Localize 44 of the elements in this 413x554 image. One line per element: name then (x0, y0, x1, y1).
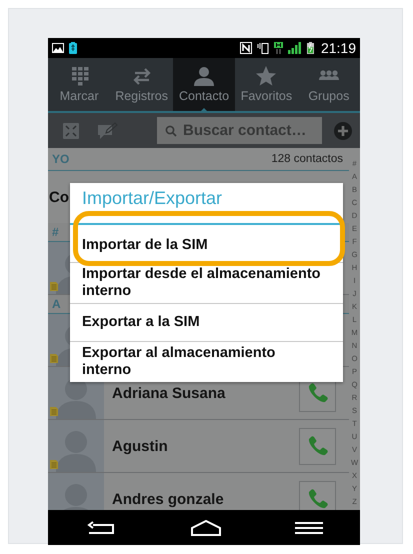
tab[interactable]: Grupos (298, 58, 360, 111)
sim-card-icon (50, 460, 58, 469)
tab[interactable]: Favoritos (235, 58, 298, 111)
phone-icon (306, 435, 328, 457)
tab[interactable]: Contacto (172, 58, 236, 111)
picture-icon (52, 43, 64, 53)
back-icon[interactable] (84, 520, 117, 534)
menu-item[interactable]: Exportar al almacenamiento interno (70, 341, 343, 382)
me-label: YO (52, 152, 70, 166)
message-edit-icon[interactable] (96, 122, 118, 140)
menu-icon[interactable] (295, 522, 324, 534)
add-icon[interactable] (334, 122, 352, 140)
usb-icon (69, 42, 77, 54)
signal-icon (288, 42, 302, 54)
search-field[interactable]: Buscar contact… (157, 117, 322, 144)
phone-icon (306, 382, 328, 404)
person-icon (193, 66, 216, 86)
contact-count: 128 contactos (271, 153, 343, 165)
search-icon (165, 125, 177, 137)
sim-card-icon (50, 354, 58, 363)
dialog-title: Importar/Exportar (82, 188, 222, 208)
arrows-icon (130, 66, 153, 86)
nfc-icon (240, 42, 252, 54)
menu-item[interactable]: Exportar a la SIM (70, 303, 343, 341)
mobile-data-icon (274, 42, 283, 54)
tab[interactable]: Registros (110, 58, 173, 111)
home-icon[interactable] (190, 520, 222, 536)
star-icon (255, 66, 278, 86)
sim-card-icon (50, 282, 58, 291)
battery-icon (306, 42, 314, 54)
tab[interactable]: Marcar (48, 58, 110, 111)
contact-name: Adriana Susana (111, 384, 226, 402)
phone-icon (306, 488, 328, 510)
person-silhouette-icon (56, 428, 96, 472)
menu-item[interactable]: Importar de la SIM (73, 211, 345, 266)
menu-item[interactable]: Importar desde el almacenamiento interno (70, 262, 343, 303)
contact-name: Andres gonzale (111, 490, 225, 508)
clock: 21:19 (320, 40, 356, 56)
contacts-grid-icon[interactable] (62, 122, 80, 140)
contact-row[interactable]: Agustin (48, 420, 349, 473)
list-title: Co (49, 188, 69, 206)
contact-name: Agustin (111, 438, 169, 454)
sim-card-icon (50, 407, 58, 416)
vibrate-icon (256, 42, 269, 54)
